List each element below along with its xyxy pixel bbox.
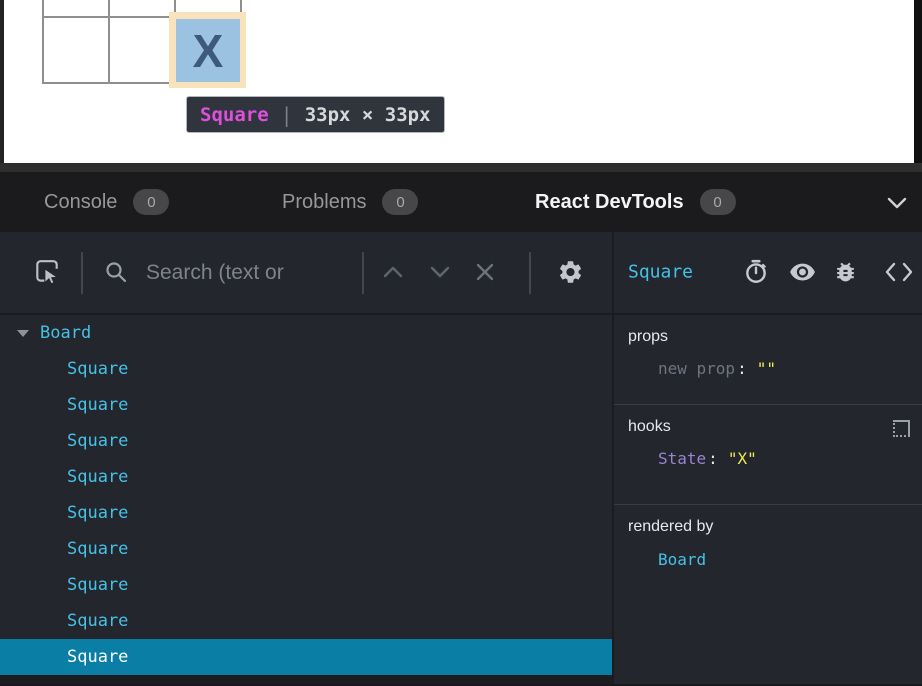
tree-row-board[interactable]: Board — [0, 315, 612, 351]
tab-label: React DevTools — [535, 191, 684, 214]
props-heading: props — [628, 328, 922, 346]
prop-row[interactable]: new prop : "" — [658, 359, 922, 378]
hook-state-value[interactable]: "X" — [728, 449, 757, 468]
page-scrollbar-track[interactable] — [914, 0, 922, 163]
square-value: X — [193, 24, 224, 78]
details-panel-header: Square — [614, 232, 922, 313]
next-match-icon[interactable] — [429, 265, 451, 279]
tab-problems[interactable]: Problems 0 — [282, 172, 418, 232]
component-details-panel: props new prop : "" hooks State : "X" re… — [614, 315, 922, 675]
rendered-by-heading: rendered by — [628, 518, 922, 536]
devtools-top-border — [0, 163, 922, 172]
tab-count-badge: 0 — [700, 189, 736, 215]
previous-match-icon[interactable] — [382, 265, 404, 279]
board-square[interactable] — [110, 0, 176, 18]
tree-row-square[interactable]: Square — [0, 567, 612, 603]
tree-row-square[interactable]: Square — [0, 387, 612, 423]
element-size-tooltip: Square | 33px × 33px — [186, 96, 445, 133]
component-name: Square — [67, 611, 128, 631]
view-source-icon[interactable] — [885, 261, 913, 283]
board-square[interactable] — [110, 18, 176, 84]
clear-search-icon[interactable] — [474, 261, 496, 283]
tooltip-divider: | — [281, 103, 293, 127]
components-tree: Board Square Square Square Square Square… — [0, 315, 612, 675]
component-name: Square — [67, 539, 128, 559]
selected-component-title: Square — [628, 262, 693, 283]
tree-row-square[interactable]: Square — [0, 459, 612, 495]
tooltip-dimensions: 33px × 33px — [305, 104, 431, 126]
inspect-element-icon[interactable] — [33, 258, 61, 286]
collapse-panel-chevron-icon[interactable] — [886, 196, 908, 210]
expand-triangle-icon[interactable] — [17, 330, 29, 337]
tooltip-component-name: Square — [200, 104, 269, 126]
component-name: Board — [40, 323, 91, 343]
search-input[interactable] — [146, 232, 358, 313]
toolbar-separator — [81, 252, 83, 294]
inspect-eye-icon[interactable] — [789, 259, 816, 286]
rendered-by-section: rendered by Board — [614, 505, 922, 615]
key-value-separator: : — [737, 359, 747, 378]
component-name: Square — [67, 503, 128, 523]
search-icon — [104, 260, 128, 284]
component-name: Square — [67, 575, 128, 595]
tree-row-square[interactable]: Square — [0, 423, 612, 459]
debug-bug-icon[interactable] — [833, 260, 858, 285]
parse-hook-names-icon[interactable] — [893, 420, 910, 437]
components-toolbar — [0, 232, 612, 313]
tab-count-badge: 0 — [133, 189, 169, 215]
inspect-highlight-padding: X — [169, 12, 246, 88]
toolbar-separator — [362, 252, 364, 294]
window-left-edge — [0, 0, 4, 163]
hooks-heading: hooks — [628, 418, 922, 436]
component-name: Square — [67, 395, 128, 415]
profiler-stopwatch-icon[interactable] — [743, 259, 769, 285]
toolbar-separator — [529, 252, 531, 294]
settings-gear-icon[interactable] — [557, 259, 584, 286]
tab-console[interactable]: Console 0 — [44, 172, 169, 232]
component-name: Square — [67, 467, 128, 487]
component-name: Square — [67, 359, 128, 379]
tab-count-badge: 0 — [382, 189, 418, 215]
tab-react-devtools[interactable]: React DevTools 0 — [535, 172, 736, 232]
rendered-by-owner-link[interactable]: Board — [658, 550, 922, 569]
inspected-page: X Square | 33px × 33px — [0, 0, 922, 163]
tree-row-square[interactable]: Square — [0, 531, 612, 567]
hook-name: State — [658, 449, 706, 468]
board-square[interactable] — [44, 18, 110, 84]
inspect-highlight-content[interactable]: X — [176, 19, 240, 82]
tree-row-square[interactable]: Square — [0, 351, 612, 387]
component-name: Square — [67, 431, 128, 451]
tab-label: Console — [44, 191, 117, 214]
props-section: props new prop : "" — [614, 315, 922, 405]
tree-row-square-selected[interactable]: Square — [0, 639, 612, 675]
tree-row-square[interactable]: Square — [0, 603, 612, 639]
new-prop-value-input[interactable]: "" — [757, 359, 776, 378]
board-square[interactable] — [44, 0, 110, 18]
component-name: Square — [67, 647, 128, 667]
hooks-section: hooks State : "X" — [614, 405, 922, 505]
tree-row-square[interactable]: Square — [0, 495, 612, 531]
new-prop-key-input[interactable]: new prop — [658, 359, 735, 378]
tab-label: Problems — [282, 191, 366, 214]
key-value-separator: : — [708, 449, 718, 468]
hook-state-row[interactable]: State : "X" — [658, 449, 922, 468]
devtools-tab-bar: Console 0 Problems 0 React DevTools 0 — [0, 172, 922, 232]
